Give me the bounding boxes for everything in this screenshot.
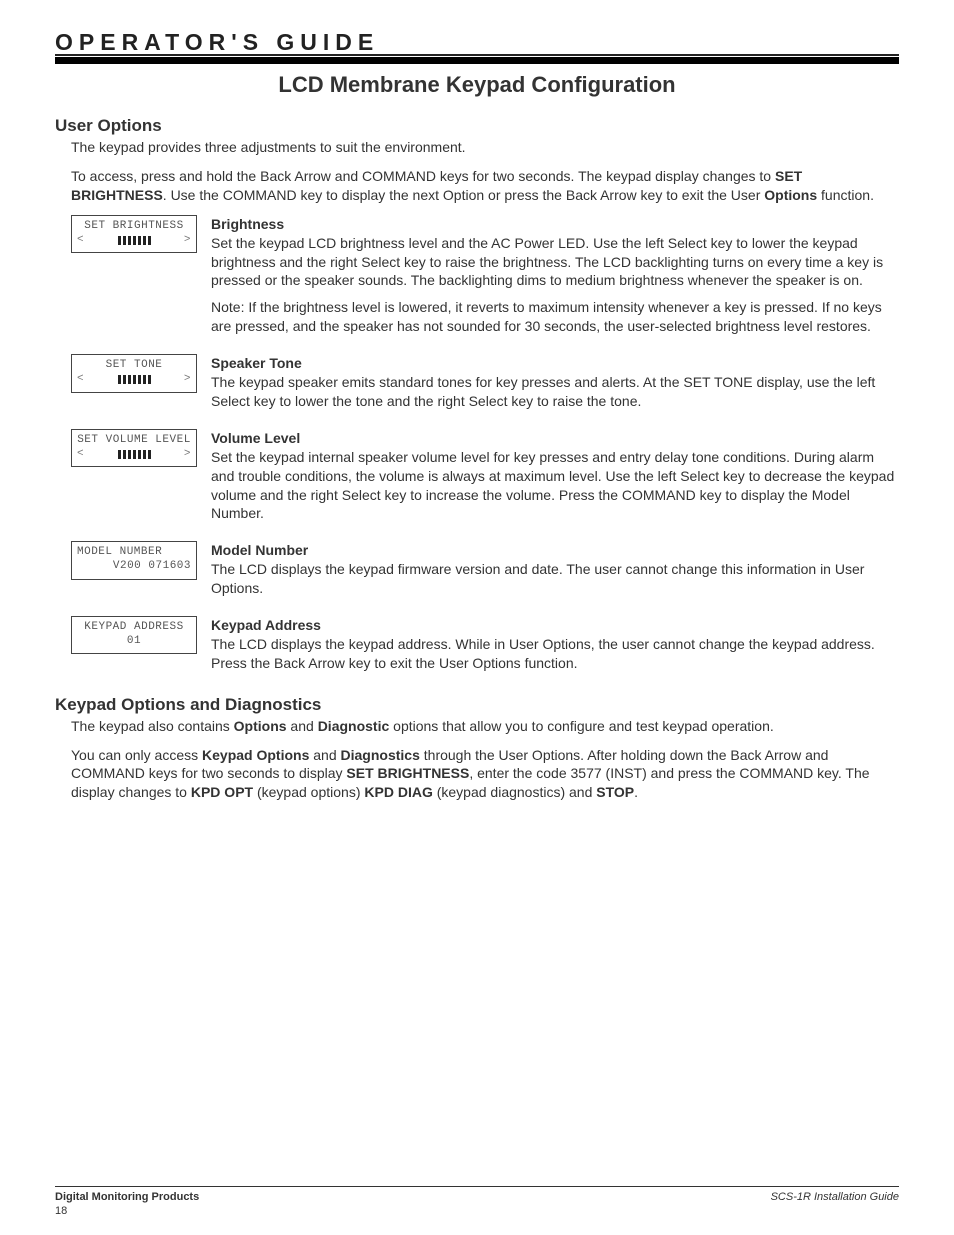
left-arrow-icon: <	[77, 448, 84, 462]
level-bars	[118, 450, 151, 459]
page-footer: Digital Monitoring Products SCS-1R Insta…	[55, 1186, 899, 1203]
right-arrow-icon: >	[184, 448, 191, 462]
note-label: Note	[211, 299, 241, 315]
model-text: The LCD displays the keypad firmware ver…	[211, 560, 899, 598]
row-address: KEYPAD ADDRESS 01 Keypad Address The LCD…	[71, 616, 899, 681]
address-text: The LCD displays the keypad address. Whi…	[211, 635, 899, 673]
lcd-model: MODEL NUMBER V200 071603	[71, 541, 197, 580]
text-bold: Options	[764, 187, 817, 203]
lcd-brightness: SET BRIGHTNESS < >	[71, 215, 197, 254]
text-bold: STOP	[596, 784, 634, 800]
diag-p2: You can only access Keypad Options and D…	[71, 746, 899, 803]
section-diagnostics-heading: Keypad Options and Diagnostics	[55, 695, 899, 715]
row-tone: SET TONE < > Speaker Tone The keypad spe…	[71, 354, 899, 419]
row-brightness: SET BRIGHTNESS < > Brightness Set the ke…	[71, 215, 899, 344]
text-bold: Diagnostics	[341, 747, 420, 763]
row-volume: SET VOLUME LEVEL < > Volume Level Set th…	[71, 429, 899, 531]
model-heading: Model Number	[211, 542, 308, 558]
text-bold: KPD OPT	[191, 784, 253, 800]
right-arrow-icon: >	[184, 373, 191, 387]
text-bold: KPD DIAG	[364, 784, 432, 800]
tone-text: The keypad speaker emits standard tones …	[211, 373, 899, 411]
lcd-tone: SET TONE < >	[71, 354, 197, 393]
page-title: LCD Membrane Keypad Configuration	[55, 72, 899, 98]
text: To access, press and hold the Back Arrow…	[71, 168, 775, 184]
section-user-options-heading: User Options	[55, 116, 899, 136]
note-text: : If the brightness level is lowered, it…	[211, 299, 882, 334]
lcd-line1: SET BRIGHTNESS	[77, 220, 191, 234]
brightness-note: Note: If the brightness level is lowered…	[211, 298, 899, 336]
brightness-text: Set the keypad LCD brightness level and …	[211, 234, 899, 291]
text-bold: Options	[234, 718, 287, 734]
brightness-heading: Brightness	[211, 216, 284, 232]
text-bold: Diagnostic	[318, 718, 390, 734]
volume-heading: Volume Level	[211, 430, 300, 446]
user-options-intro: The keypad provides three adjustments to…	[71, 138, 899, 157]
lcd-line1: SET TONE	[77, 359, 191, 373]
level-bars	[118, 375, 151, 384]
lcd-line2: < >	[77, 234, 191, 248]
text-bold: SET BRIGHTNESS	[346, 765, 469, 781]
lcd-line2: < >	[77, 373, 191, 387]
row-model: MODEL NUMBER V200 071603 Model Number Th…	[71, 541, 899, 606]
right-arrow-icon: >	[184, 234, 191, 248]
text: and	[287, 718, 318, 734]
text: .	[634, 784, 638, 800]
left-arrow-icon: <	[77, 234, 84, 248]
footer-right: SCS-1R Installation Guide	[771, 1191, 899, 1203]
text: function.	[817, 187, 874, 203]
text: . Use the COMMAND key to display the nex…	[163, 187, 764, 203]
text-bold: Keypad Options	[202, 747, 309, 763]
text: The keypad also contains	[71, 718, 234, 734]
text: (keypad options)	[253, 784, 364, 800]
lcd-address: KEYPAD ADDRESS 01	[71, 616, 197, 655]
text: You can only access	[71, 747, 202, 763]
text: options that allow you to configure and …	[389, 718, 773, 734]
lcd-line1: SET VOLUME LEVEL	[77, 434, 191, 448]
lcd-line1: MODEL NUMBER	[77, 546, 191, 560]
lcd-line2: 01	[77, 635, 191, 649]
level-bars	[118, 236, 151, 245]
header-guide-title: OPERATOR'S GUIDE	[55, 30, 899, 56]
page-number: 18	[55, 1205, 67, 1217]
lcd-volume: SET VOLUME LEVEL < >	[71, 429, 197, 468]
lcd-line2: V200 071603	[77, 560, 191, 574]
lcd-line2: < >	[77, 448, 191, 462]
user-options-access: To access, press and hold the Back Arrow…	[71, 167, 899, 205]
footer-left: Digital Monitoring Products	[55, 1191, 199, 1203]
header-accent-bar	[55, 57, 899, 64]
diag-p1: The keypad also contains Options and Dia…	[71, 717, 899, 736]
text: and	[309, 747, 340, 763]
tone-heading: Speaker Tone	[211, 355, 302, 371]
address-heading: Keypad Address	[211, 617, 321, 633]
text: (keypad diagnostics) and	[433, 784, 596, 800]
volume-text: Set the keypad internal speaker volume l…	[211, 448, 899, 524]
lcd-line1: KEYPAD ADDRESS	[77, 621, 191, 635]
left-arrow-icon: <	[77, 373, 84, 387]
